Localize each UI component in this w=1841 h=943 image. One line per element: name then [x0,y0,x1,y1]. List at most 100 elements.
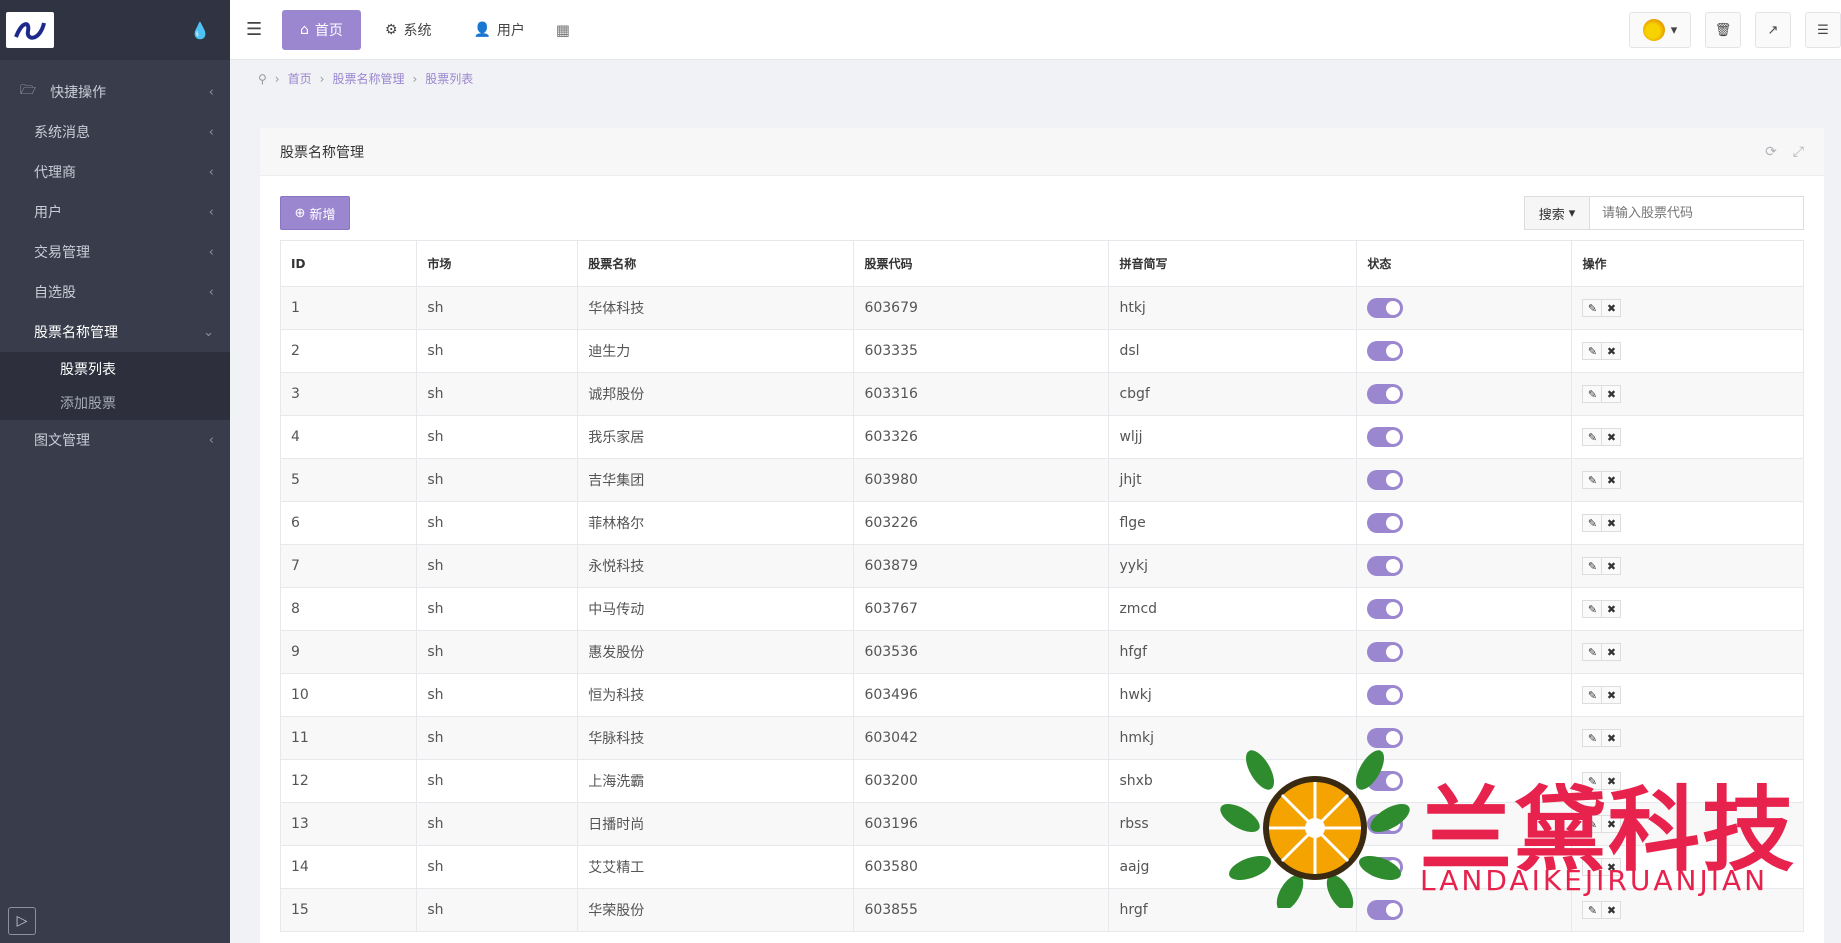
status-toggle[interactable] [1367,642,1404,662]
sidebar-item-3[interactable]: 用户 ‹ [0,192,230,232]
edit-icon[interactable]: ✎ [1582,342,1603,360]
cell-code: 603980 [853,458,1110,502]
sidebar-collapse-icon[interactable]: ▷ [8,907,36,935]
tab-0[interactable]: ⌂ 首页 [282,9,361,50]
edit-icon[interactable]: ✎ [1582,385,1603,403]
sidebar-item-6[interactable]: 股票名称管理 ⌄ [0,312,230,352]
delete-icon[interactable]: ✖ [1601,729,1622,747]
status-toggle[interactable] [1367,556,1404,576]
sidebar-menu: 🗁 快捷操作 ‹ 系统消息 ‹ 代理商 ‹ 用户 ‹ 交易管理 ‹ 自选股 ‹ 股票名称管理 ⌄ 股票列表 添加… [0,72,230,460]
status-toggle[interactable] [1367,599,1404,619]
chevron-left-icon: ‹ [208,124,214,140]
edit-icon[interactable]: ✎ [1582,686,1603,704]
status-toggle[interactable] [1367,384,1404,404]
user-avatar-dropdown[interactable]: ▾ [1629,12,1691,48]
sidebar-item-label: 快捷操作 [50,85,107,101]
delete-icon[interactable]: ✖ [1601,299,1622,317]
cell-market: sh [416,673,579,717]
sidebar-item-2[interactable]: 代理商 ‹ [0,152,230,192]
delete-icon[interactable]: ✖ [1601,471,1622,489]
cell-status [1356,372,1573,416]
breadcrumb-separator: › [412,71,418,86]
column-header[interactable]: 拼音简写 [1108,240,1358,287]
sidebar-item-5[interactable]: 自选股 ‹ [0,272,230,312]
cell-market: sh [416,372,579,416]
trash-button[interactable]: 🗑 [1705,12,1741,48]
edit-icon[interactable]: ✎ [1582,557,1603,575]
sidebar-item-lead: 交易管理 [34,242,90,262]
delete-icon[interactable]: ✖ [1601,428,1622,446]
logo-bar: 💧 [0,0,230,60]
logo[interactable] [6,12,54,48]
column-header[interactable]: 市场 [416,240,579,287]
external-link-button[interactable]: ↗ [1755,12,1791,48]
column-header[interactable]: 操作 [1571,240,1804,287]
tab-label: 用户 [496,22,525,39]
column-header[interactable]: 股票名称 [577,240,855,287]
tab-2[interactable]: 👤 用户 [455,10,542,50]
column-header[interactable]: 状态 [1356,240,1573,287]
status-toggle[interactable] [1367,470,1404,490]
cell-pinyin: flge [1108,501,1358,545]
delete-icon[interactable]: ✖ [1601,514,1622,532]
cell-pinyin: hfgf [1108,630,1358,674]
delete-icon[interactable]: ✖ [1601,600,1622,618]
cell-name: 吉华集团 [577,458,855,502]
edit-icon[interactable]: ✎ [1582,514,1603,532]
list-icon: ☰ [1817,22,1829,38]
edit-icon[interactable]: ✎ [1582,299,1603,317]
sidebar-item-0[interactable]: 🗁 快捷操作 ‹ [0,72,230,112]
status-toggle[interactable] [1367,685,1404,705]
column-header[interactable]: 股票代码 [853,240,1110,287]
apps-grid-icon[interactable]: ▦ [543,21,583,39]
status-toggle[interactable] [1367,728,1404,748]
edit-icon[interactable]: ✎ [1582,600,1603,618]
cell-code: 603496 [853,673,1110,717]
add-button[interactable]: ⊕ 新增 [280,196,350,230]
status-toggle[interactable] [1367,298,1404,318]
cell-actions: ✎ ✖ [1571,673,1804,717]
table-row: 4 sh 我乐家居 603326 wljj ✎ ✖ [279,415,1804,459]
theme-drop-icon[interactable]: 💧 [190,21,210,40]
delete-icon[interactable]: ✖ [1601,342,1622,360]
settings-panel-button[interactable]: ☰ [1805,12,1841,48]
breadcrumb-section[interactable]: 股票名称管理 [332,70,404,87]
search-input[interactable] [1590,196,1804,230]
refresh-icon[interactable]: ⟳ [1765,144,1777,160]
home-icon: ⌂ [300,21,309,38]
sidebar-subitem-1[interactable]: 添加股票 [0,386,230,420]
cell-pinyin: dsl [1108,329,1358,373]
delete-icon[interactable]: ✖ [1601,686,1622,704]
tab-1[interactable]: ⚙ 系统 [367,10,450,50]
breadcrumb-current[interactable]: 股票列表 [425,70,473,87]
sidebar-item-7[interactable]: 图文管理 ‹ [0,420,230,460]
sidebar-item-1[interactable]: 系统消息 ‹ [0,112,230,152]
tab-label: 首页 [314,22,343,39]
status-toggle[interactable] [1367,427,1404,447]
delete-icon[interactable]: ✖ [1601,643,1622,661]
search-dropdown-button[interactable]: 搜索 ▾ [1524,196,1590,230]
menu-toggle-icon[interactable]: ☰ [246,19,276,40]
sidebar-item-4[interactable]: 交易管理 ‹ [0,232,230,272]
breadcrumb-home[interactable]: 首页 [288,70,312,87]
status-toggle[interactable] [1367,341,1404,361]
cell-status [1356,501,1573,545]
edit-icon[interactable]: ✎ [1582,729,1603,747]
delete-icon[interactable]: ✖ [1601,557,1622,575]
cell-code: 603679 [853,286,1110,330]
sidebar-subitem-0[interactable]: 股票列表 [0,352,230,386]
caret-down-icon: ▾ [1568,205,1576,221]
edit-icon[interactable]: ✎ [1582,428,1603,446]
caret-down-icon: ▾ [1670,22,1678,38]
delete-icon[interactable]: ✖ [1601,385,1622,403]
cell-code: 603335 [853,329,1110,373]
cell-id: 13 [279,802,418,846]
cell-status [1356,673,1573,717]
search-button-label: 搜索 [1538,207,1565,223]
cell-actions: ✎ ✖ [1571,286,1804,330]
fullscreen-icon[interactable]: ⤢ [1793,144,1804,160]
edit-icon[interactable]: ✎ [1582,471,1603,489]
column-header[interactable]: ID [279,240,418,287]
status-toggle[interactable] [1367,513,1404,533]
edit-icon[interactable]: ✎ [1582,643,1603,661]
